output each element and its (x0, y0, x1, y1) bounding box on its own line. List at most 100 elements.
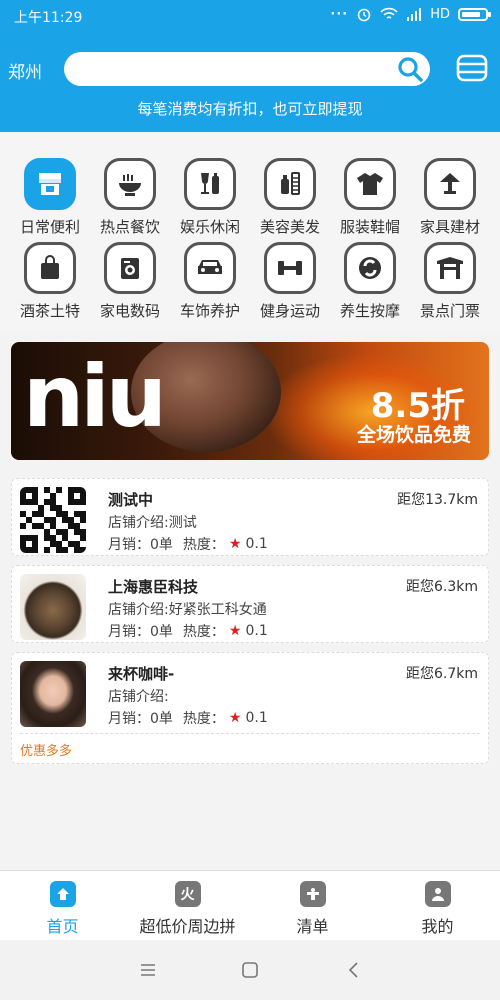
category-daily[interactable]: 日常便利 (10, 158, 90, 237)
shop-heat-label: 热度： (182, 711, 225, 727)
category-label: 养生按摩 (339, 302, 400, 320)
category-food[interactable]: 热点餐饮 (90, 158, 170, 237)
shop-stats: 月销：0单 热度： ★ 0.1 (108, 621, 268, 641)
shop-name: 来杯咖啡- (108, 665, 175, 683)
shop-sales: 月销：0单 (108, 624, 173, 640)
category-label: 日常便利 (19, 218, 80, 236)
home-icon (49, 881, 76, 907)
system-nav-bar (0, 940, 500, 1000)
category-massage[interactable]: 养生按摩 (330, 242, 410, 321)
status-icons: ··· HD (330, 6, 491, 22)
shop-card[interactable]: 上海惠臣科技 距您6.3km 店铺介绍:好紧张工科女通 月销：0单 热度： ★ … (11, 565, 489, 643)
category-liquor[interactable]: 酒茶土特 (10, 242, 90, 321)
category-beauty[interactable]: 美容美发 (250, 158, 330, 237)
shop-name: 测试中 (108, 491, 154, 509)
swirl-icon (344, 242, 396, 294)
category-label: 家具建材 (419, 218, 480, 236)
tab-home[interactable]: 首页 (0, 881, 125, 937)
tab-profile[interactable]: 我的 (375, 881, 500, 937)
shop-offer[interactable]: 优惠多多 (20, 740, 72, 759)
category-grid: 日常便利 热点餐饮 娱乐休闲 美容美发 服装鞋帽 家具建材 酒茶土特 家电数码 … (0, 132, 500, 332)
wifi-icon (380, 7, 398, 19)
category-label: 酒茶土特 (19, 302, 80, 320)
promo-banner[interactable]: niu 8.5折 全场饮品免费 (11, 342, 489, 460)
category-label: 娱乐休闲 (179, 218, 240, 236)
header: 郑州 每笔消费均有折扣，也可立即提现 (0, 32, 500, 132)
category-car[interactable]: 车饰养护 (170, 242, 250, 321)
category-label: 家电数码 (99, 302, 160, 320)
person-photo (20, 661, 86, 727)
lamp-icon (424, 158, 476, 210)
cosmetics-icon (264, 158, 316, 210)
star-icon: ★ (228, 536, 242, 552)
category-label: 服装鞋帽 (339, 218, 400, 236)
tab-label: 清单 (296, 917, 329, 936)
category-label: 车饰养护 (179, 302, 240, 320)
shop-heat: 0.1 (245, 623, 268, 639)
header-subtitle: 每笔消费均有折扣，也可立即提现 (137, 100, 363, 118)
banner-promo: 全场饮品免费 (356, 424, 471, 446)
qr-code-image (20, 487, 86, 553)
car-icon (184, 242, 236, 294)
tab-label: 超低价周边拼 (139, 917, 236, 936)
back-nav-icon[interactable] (344, 960, 364, 980)
shop-intro: 店铺介绍: (108, 689, 169, 705)
shop-distance: 距您6.7km (405, 666, 478, 682)
shop-name: 上海惠臣科技 (108, 578, 199, 596)
category-clothing[interactable]: 服装鞋帽 (330, 158, 410, 237)
shop-heat-label: 热度： (182, 537, 225, 553)
store-icon (24, 158, 76, 210)
category-label: 健身运动 (259, 302, 320, 320)
list-icon (299, 881, 326, 907)
category-furniture[interactable]: 家具建材 (410, 158, 490, 237)
shirt-icon (344, 158, 396, 210)
menu-nav-icon[interactable] (138, 960, 158, 980)
shop-distance: 距您6.3km (405, 579, 478, 595)
tab-label: 首页 (46, 917, 79, 936)
drinks-icon (184, 158, 236, 210)
bag-icon (24, 242, 76, 294)
shop-stats: 月销：0单 热度： ★ 0.1 (108, 708, 268, 728)
signal-icon (407, 7, 422, 21)
city-selector[interactable]: 郑州 (8, 58, 42, 83)
category-tickets[interactable]: 景点门票 (410, 242, 490, 321)
shop-sales: 月销：0单 (108, 537, 173, 553)
category-fitness[interactable]: 健身运动 (250, 242, 330, 321)
status-bar: 上午11:29 ··· HD (0, 0, 500, 32)
tab-label: 我的 (421, 917, 454, 936)
bottom-tab-bar: 首页 火 超低价周边拼 清单 我的 (0, 870, 500, 940)
shop-heat-label: 热度： (182, 624, 225, 640)
shop-intro: 店铺介绍:测试 (108, 515, 197, 531)
tab-group-buy[interactable]: 火 超低价周边拼 (125, 881, 250, 937)
search-input[interactable] (64, 52, 430, 86)
shop-heat: 0.1 (245, 536, 268, 552)
star-icon: ★ (228, 623, 242, 639)
fire-icon: 火 (174, 881, 201, 907)
bowl-icon (104, 158, 156, 210)
category-leisure[interactable]: 娱乐休闲 (170, 158, 250, 237)
category-label: 热点餐饮 (99, 218, 160, 236)
shop-card[interactable]: 来杯咖啡- 距您6.7km 店铺介绍: 月销：0单 热度： ★ 0.1 优惠多多 (11, 652, 489, 764)
user-icon (424, 881, 451, 907)
alarm-icon (357, 8, 371, 22)
battery-icon (458, 7, 491, 21)
more-dots-icon: ··· (330, 6, 349, 22)
shop-distance: 距您13.7km (397, 492, 478, 508)
shop-stats: 月销：0单 热度： ★ 0.1 (108, 534, 268, 554)
star-icon: ★ (228, 710, 242, 726)
category-appliance[interactable]: 家电数码 (90, 242, 170, 321)
shop-heat: 0.1 (245, 710, 268, 726)
tab-list[interactable]: 清单 (250, 881, 375, 937)
gate-icon (424, 242, 476, 294)
menu-icon[interactable] (456, 54, 488, 82)
card-divider (20, 733, 480, 734)
shop-sales: 月销：0单 (108, 711, 173, 727)
banner-brand: niu (23, 347, 167, 447)
home-nav-icon[interactable] (240, 960, 260, 980)
washer-icon (104, 242, 156, 294)
shop-card[interactable]: 测试中 距您13.7km 店铺介绍:测试 月销：0单 热度： ★ 0.1 (11, 478, 489, 556)
status-time: 上午11:29 (14, 10, 83, 26)
network-type: HD (430, 6, 450, 22)
search-icon[interactable] (396, 55, 424, 83)
shop-intro: 店铺介绍:好紧张工科女通 (108, 602, 267, 618)
